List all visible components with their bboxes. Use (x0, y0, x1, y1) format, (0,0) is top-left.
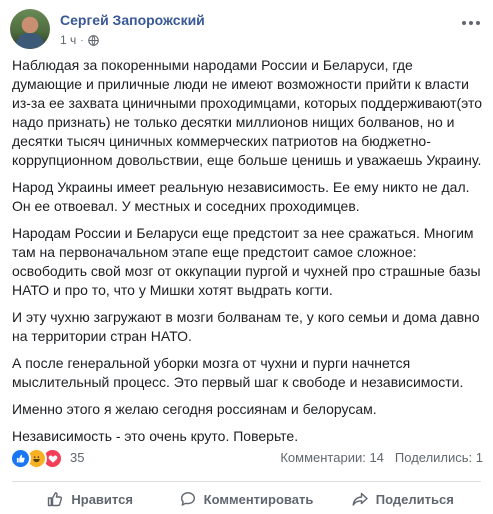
share-icon (352, 492, 368, 506)
share-button[interactable]: Поделиться (325, 486, 481, 512)
comments-count[interactable]: Комментарии: 14 (280, 450, 384, 465)
more-dot-icon (469, 21, 473, 25)
post-paragraph: А после генеральной уборки мозга от чухн… (12, 355, 464, 390)
reaction-count[interactable]: 35 (70, 450, 84, 465)
post-header: Сергей Запорожский 1 ч · (10, 9, 483, 49)
reaction-icons[interactable] (10, 448, 63, 469)
globe-icon[interactable] (87, 34, 99, 46)
post-paragraph: Народам России и Беларуси еще предстоит … (12, 225, 481, 298)
more-options-button[interactable] (459, 13, 483, 33)
post-meta: 1 ч · (60, 33, 99, 47)
facebook-post: Сергей Запорожский 1 ч · Наблюдая за пок… (0, 0, 493, 514)
avatar[interactable] (10, 9, 50, 49)
post-time[interactable]: 1 ч (60, 33, 76, 47)
shares-count[interactable]: Поделились: 1 (395, 450, 483, 465)
more-dot-icon (476, 21, 480, 25)
post-actions: Нравится Комментировать Поделиться (12, 486, 481, 512)
separator-dot: · (80, 34, 84, 46)
more-dot-icon (462, 21, 466, 25)
comment-icon (180, 492, 195, 506)
post-paragraph: И эту чухню загружают в мозги болванам т… (12, 309, 480, 344)
post-paragraph: Именно этого я желаю сегодня россиянам и… (12, 401, 377, 417)
post-paragraph: Независимость - это очень круто. Поверьт… (12, 428, 299, 444)
like-label: Нравится (71, 491, 133, 507)
comment-button[interactable]: Комментировать (168, 486, 324, 512)
reactions-bar: 35 Комментарии: 14 Поделились: 1 (10, 447, 483, 469)
post-paragraph: Наблюдая за покоренными народами России … (12, 57, 483, 168)
share-label: Поделиться (375, 491, 454, 507)
like-button[interactable]: Нравится (12, 486, 168, 512)
author-name[interactable]: Сергей Запорожский (60, 12, 205, 28)
post-paragraph: Народ Украины имеет реальную независимос… (12, 179, 470, 214)
post-stats: Комментарии: 14 Поделились: 1 (280, 450, 483, 465)
like-icon (10, 448, 31, 469)
thumbs-up-icon (48, 492, 63, 507)
actions-divider (12, 481, 481, 482)
comment-label: Комментировать (203, 491, 314, 507)
post-text: Наблюдая за покоренными народами России … (12, 56, 484, 454)
